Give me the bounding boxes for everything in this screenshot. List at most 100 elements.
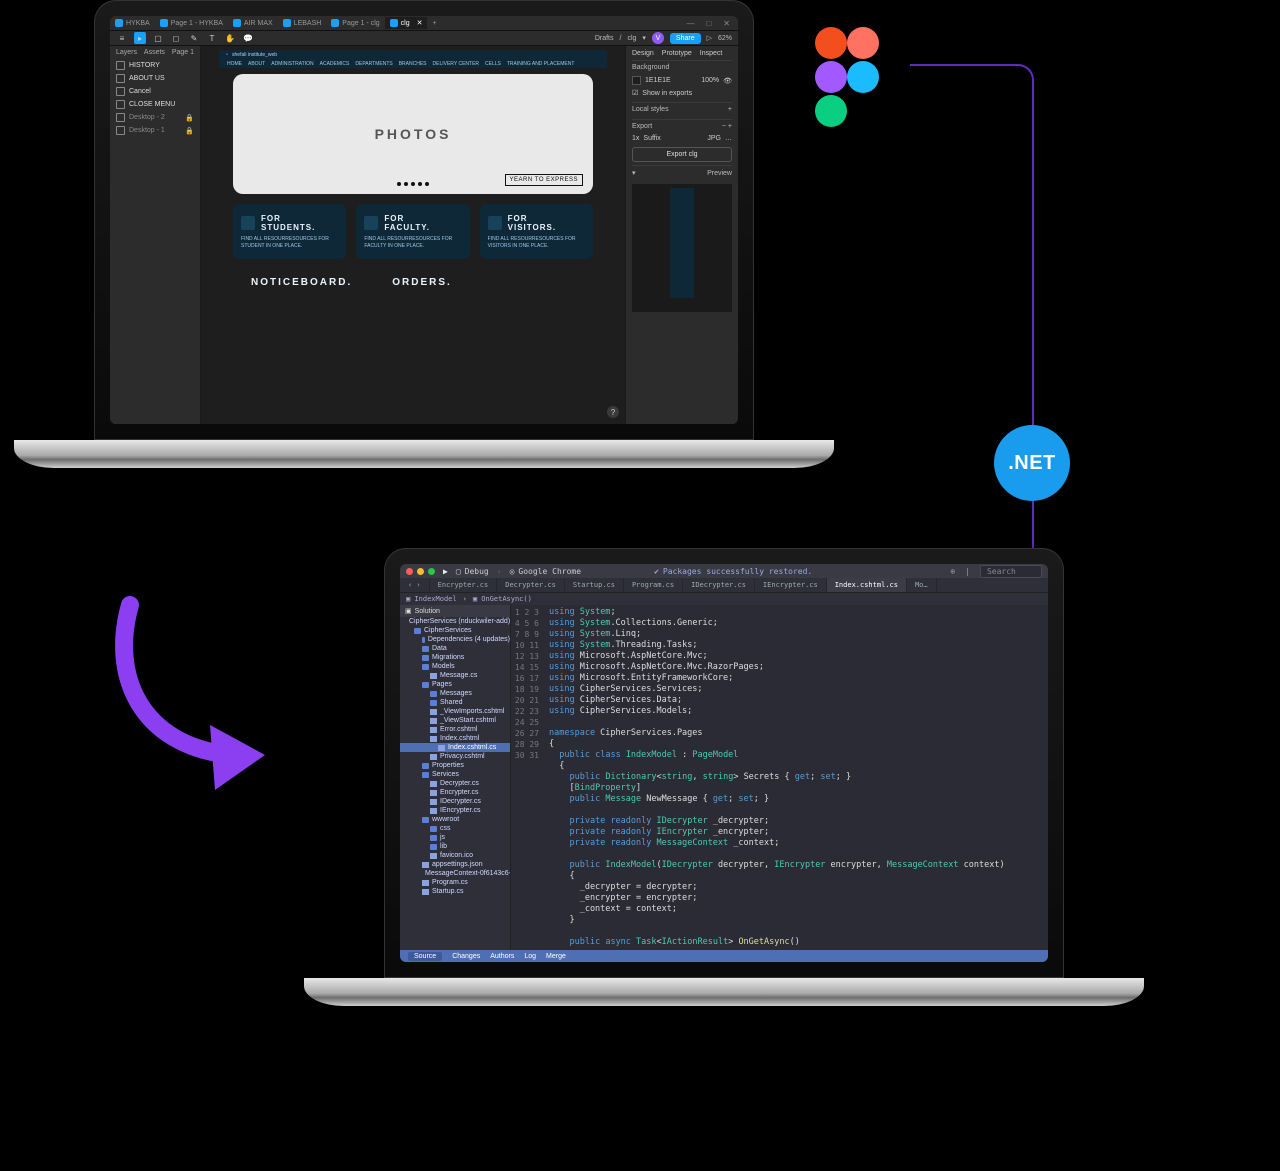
tree-folder[interactable]: Shared [400, 698, 510, 707]
tree-folder[interactable]: Pages [400, 680, 510, 689]
layers-tab[interactable]: Layers [116, 49, 137, 56]
tree-file[interactable]: IDecrypter.cs [400, 797, 510, 806]
tree-file[interactable]: Encrypter.cs [400, 788, 510, 797]
history-nav[interactable]: ‹ › [400, 578, 430, 592]
close-icon[interactable] [406, 568, 413, 575]
tree-file[interactable]: favicon.ico [400, 851, 510, 860]
layer-item[interactable]: HISTORY [110, 59, 200, 72]
browser-target[interactable]: ◎ Google Chrome [510, 567, 581, 576]
maximize-icon[interactable] [428, 568, 435, 575]
editor-tab[interactable]: Mo… [907, 578, 937, 592]
tree-file[interactable]: IEncrypter.cs [400, 806, 510, 815]
close-button[interactable]: ✕ [723, 19, 730, 28]
checkbox[interactable]: ☑ [632, 89, 638, 97]
lock-icon[interactable]: 🔒 [185, 127, 194, 135]
tree-folder[interactable]: Data [400, 644, 510, 653]
lock-icon[interactable]: 🔒 [185, 114, 194, 122]
page-selector[interactable]: Page 1 [172, 49, 194, 56]
editor-tab[interactable]: Startup.cs [565, 578, 624, 592]
text-tool[interactable]: T [206, 32, 218, 44]
format-select[interactable]: JPG [707, 135, 721, 142]
editor-tab[interactable]: Decrypter.cs [497, 578, 565, 592]
tree-file[interactable]: Index.cshtml.cs [400, 743, 510, 752]
search-input[interactable]: Search [980, 565, 1042, 578]
source-tab[interactable]: Source [408, 952, 442, 961]
doc-tab-active[interactable]: clg✕ [385, 17, 428, 29]
visibility-icon[interactable]: 👁 [723, 77, 732, 85]
color-swatch[interactable] [632, 76, 641, 85]
assets-tab[interactable]: Assets [144, 49, 165, 56]
tree-folder[interactable]: Properties [400, 761, 510, 770]
code-area[interactable]: using System; using System.Collections.G… [545, 605, 1048, 950]
project-node[interactable]: CipherServices (nduckwiler-add) [400, 617, 510, 626]
add-icon[interactable]: + [728, 106, 732, 113]
tree-folder[interactable]: wwwroot [400, 815, 510, 824]
tree-folder[interactable]: js [400, 833, 510, 842]
editor-tab[interactable]: Index.cshtml.cs [827, 578, 907, 592]
log-tab[interactable]: Log [524, 953, 536, 960]
layer-item[interactable]: ABOUT US [110, 72, 200, 85]
opacity-value[interactable]: 100% [701, 77, 719, 84]
minimize-icon[interactable] [417, 568, 424, 575]
run-config[interactable]: ▢ Debug [456, 567, 489, 576]
help-button[interactable]: ? [607, 406, 619, 418]
tree-file[interactable]: _ViewImports.cshtml [400, 707, 510, 716]
editor-tab[interactable]: Encrypter.cs [430, 578, 498, 592]
tree-file[interactable]: Index.cshtml [400, 734, 510, 743]
main-menu-button[interactable]: ≡ [116, 32, 128, 44]
tree-file[interactable]: _ViewStart.cshtml [400, 716, 510, 725]
layer-item[interactable]: Desktop - 1🔒 [110, 124, 200, 137]
export-button[interactable]: Export clg [632, 147, 732, 162]
tree-folder[interactable]: CipherServices [400, 626, 510, 635]
zoom-level[interactable]: 62% [718, 35, 732, 42]
tree-file[interactable]: Error.cshtml [400, 725, 510, 734]
tree-folder[interactable]: css [400, 824, 510, 833]
tree-folder[interactable]: lib [400, 842, 510, 851]
editor-tab[interactable]: Program.cs [624, 578, 683, 592]
doc-tab[interactable]: LEBASH [278, 17, 327, 29]
doc-tab[interactable]: Page 1 - clg [326, 17, 384, 29]
new-tab-button[interactable]: + [427, 18, 441, 29]
avatar[interactable]: V [652, 32, 664, 44]
tree-folder[interactable]: Migrations [400, 653, 510, 662]
close-icon[interactable]: ✕ [417, 19, 423, 27]
tree-file[interactable]: Decrypter.cs [400, 779, 510, 788]
layer-item[interactable]: Desktop - 2🔒 [110, 111, 200, 124]
tree-file[interactable]: MessageContext-0f6143c6-938d-… [400, 869, 510, 878]
breadcrumb[interactable]: Drafts [595, 35, 614, 42]
scale-input[interactable]: 1x [632, 135, 639, 142]
code-editor[interactable]: 1 2 3 4 5 6 7 8 9 10 11 12 13 14 15 16 1… [511, 605, 1048, 950]
add-icon[interactable]: + [728, 123, 732, 130]
tree-folder[interactable]: Dependencies (4 updates) [400, 635, 510, 644]
doc-tab[interactable]: AIR MAX [228, 17, 278, 29]
shape-tool[interactable]: ◻ [170, 32, 182, 44]
hand-tool[interactable]: ✋ [224, 32, 236, 44]
move-tool[interactable]: ▸ [134, 32, 146, 44]
tree-file[interactable]: Program.cs [400, 878, 510, 887]
comment-tool[interactable]: 💬 [242, 32, 254, 44]
changes-tab[interactable]: Changes [452, 953, 480, 960]
crumb[interactable]: ▣ OnGetAsync() [473, 595, 532, 603]
tree-file[interactable]: Startup.cs [400, 887, 510, 896]
frame-tool[interactable]: ▢ [152, 32, 164, 44]
minimize-button[interactable]: — [686, 19, 694, 28]
editor-tab[interactable]: IDecrypter.cs [683, 578, 755, 592]
minus-icon[interactable]: − [722, 123, 726, 130]
authors-tab[interactable]: Authors [490, 953, 514, 960]
layer-item[interactable]: Cancel [110, 85, 200, 98]
crumb[interactable]: ▣ IndexModel [406, 595, 457, 603]
tree-file[interactable]: appsettings.json [400, 860, 510, 869]
tree-file[interactable]: Message.cs [400, 671, 510, 680]
merge-tab[interactable]: Merge [546, 953, 566, 960]
share-button[interactable]: Share [670, 33, 701, 44]
tree-folder[interactable]: Messages [400, 689, 510, 698]
tree-file[interactable]: Privacy.cshtml [400, 752, 510, 761]
run-button[interactable]: ▶ [443, 567, 448, 576]
hex-value[interactable]: 1E1E1E [645, 77, 671, 84]
design-tab[interactable]: Design [632, 50, 654, 57]
chevron-down-icon[interactable]: ▾ [642, 34, 646, 42]
tree-folder[interactable]: Models [400, 662, 510, 671]
notifications-icon[interactable]: ⊕ [950, 567, 955, 576]
inspect-tab[interactable]: Inspect [700, 50, 723, 57]
present-button[interactable]: ▷ [707, 34, 712, 42]
